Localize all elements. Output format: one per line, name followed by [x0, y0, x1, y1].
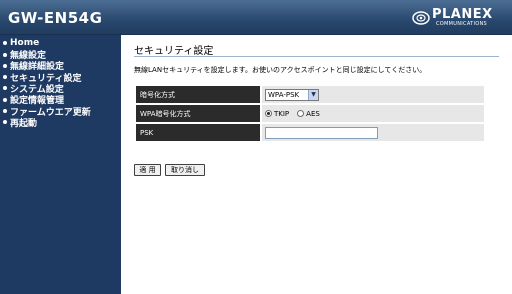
psk-label: PSK: [136, 124, 260, 141]
sidebar-item-system[interactable]: システム設定: [0, 83, 121, 95]
sidebar-item-label: Home: [10, 38, 40, 49]
brand-subtitle: COMMUNICATIONS: [436, 21, 488, 27]
bullet-icon: [3, 109, 7, 114]
sidebar-item-firmware-update[interactable]: ファームウエア更新: [0, 106, 121, 118]
brand-name: PLANEX: [432, 7, 493, 22]
radio-selected-dot: [267, 112, 270, 115]
sidebar-nav: Home 無線設定 無線詳細設定 セキュリティ設定 システム設定 設定情報管理 …: [0, 35, 121, 294]
apply-button[interactable]: 適 用: [134, 164, 161, 176]
bullet-icon: [3, 63, 7, 68]
page-title: セキュリティ設定: [134, 46, 214, 57]
encryption-value-cell: WPA-PSK ▼: [262, 86, 484, 103]
bullet-icon: [3, 86, 7, 91]
page-description: 無線LANセキュリティを設定します。お使いのアクセスポイントと同じ設定にしてくだ…: [134, 66, 427, 74]
encryption-select[interactable]: WPA-PSK ▼: [265, 88, 319, 101]
psk-value-cell: [262, 124, 484, 141]
sidebar-item-home[interactable]: Home: [0, 38, 121, 49]
form-row-wpa-cipher: WPA暗号化方式 TKIP AES: [136, 105, 484, 122]
bullet-icon: [3, 75, 7, 80]
cancel-button[interactable]: 取り消し: [165, 164, 205, 176]
main-content: セキュリティ設定 無線LANセキュリティを設定します。お使いのアクセスポイントと…: [121, 35, 512, 294]
wpa-cipher-value-cell: TKIP AES: [262, 105, 484, 122]
encryption-select-value: WPA-PSK: [268, 90, 300, 99]
psk-input[interactable]: [265, 126, 378, 139]
security-form: 暗号化方式 WPA-PSK ▼ WPA暗号化方式 TKIP AES PSK: [136, 86, 484, 143]
title-divider: [134, 56, 499, 57]
aes-radio-label[interactable]: AES: [306, 110, 320, 118]
bullet-icon: [3, 41, 7, 46]
tkip-radio[interactable]: [265, 110, 272, 117]
product-name: GW-EN54G: [8, 9, 103, 27]
header-bar: GW-EN54G PLANEX COMMUNICATIONS: [0, 0, 512, 35]
sidebar-item-config-management[interactable]: 設定情報管理: [0, 94, 121, 106]
form-row-encryption: 暗号化方式 WPA-PSK ▼: [136, 86, 484, 103]
form-row-psk: PSK: [136, 124, 484, 141]
encryption-label: 暗号化方式: [136, 86, 260, 103]
sidebar-item-reboot[interactable]: 再起動: [0, 117, 121, 129]
planex-logo: PLANEX COMMUNICATIONS: [412, 7, 502, 29]
form-buttons: 適 用 取り消し: [134, 164, 209, 176]
chevron-down-icon[interactable]: ▼: [308, 89, 318, 100]
bullet-icon: [3, 97, 7, 102]
aes-radio[interactable]: [297, 110, 305, 117]
bullet-icon: [3, 120, 7, 125]
wpa-cipher-label: WPA暗号化方式: [136, 105, 260, 122]
sidebar-item-wireless-advanced[interactable]: 無線詳細設定: [0, 61, 121, 72]
sidebar-item-label: 再起動: [10, 118, 38, 129]
tkip-radio-label[interactable]: TKIP: [274, 110, 289, 118]
sidebar-item-wireless[interactable]: 無線設定: [0, 49, 121, 61]
bullet-icon: [3, 52, 7, 57]
planex-logo-icon: [412, 11, 430, 25]
sidebar-item-security[interactable]: セキュリティ設定: [0, 72, 121, 84]
